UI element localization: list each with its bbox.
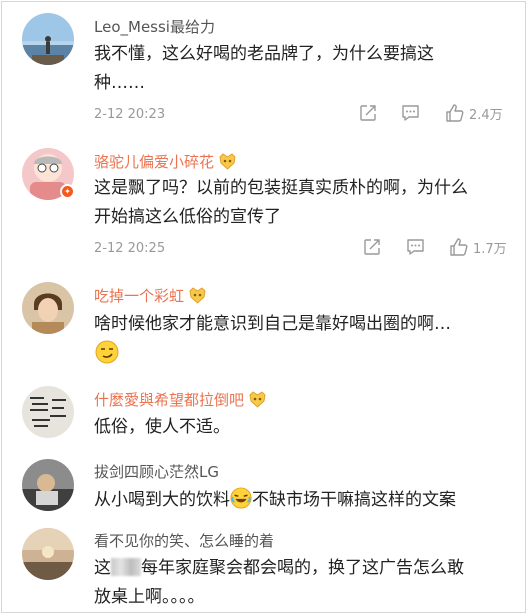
thumbs-up-icon <box>446 104 464 122</box>
comment-time: 2-12 20:25 <box>94 241 166 256</box>
like-count: 2.4万 <box>469 107 503 123</box>
username[interactable]: 骆驼儿偏爱小碎花 <box>94 152 237 172</box>
username[interactable]: 拔剑四顾心茫然LG <box>94 462 219 482</box>
comment-text-line: 开始搞这么低俗的宣传了 <box>94 207 281 227</box>
comment-text-segment: 不缺市场干嘛搞这样的文案 <box>252 490 456 510</box>
comment-text-line: 放桌上啊。。。。 <box>94 587 205 607</box>
thumbs-up-icon <box>450 238 468 256</box>
username[interactable]: 看不见你的笑、怎么睡的着 <box>94 531 274 551</box>
comment-time: 2-12 20:23 <box>94 107 166 122</box>
avatar[interactable] <box>22 13 74 65</box>
comment-text: 啥时候他家才能意识到自己是靠好喝出圈的啊… <box>94 310 504 339</box>
comment-text-line: 这 每年家庭聚会都会喝的，换了这广告怎么敢 <box>94 554 504 583</box>
fan-medal-icon <box>249 391 266 408</box>
comment-list: Leo_Messi最给力 我不懂，这么好喝的老品牌了，为什么要搞这 种…… 2-… <box>1 1 526 613</box>
comment-text: 低俗，使人不适。 <box>94 413 504 442</box>
smirk-emoji-icon <box>95 340 119 364</box>
repost-icon <box>360 105 376 121</box>
comment-text: 这是飘了吗？以前的包装挺真实质朴的啊，为什么 开始搞这么低俗的宣传了 <box>94 174 504 232</box>
comment-text-line: 这是飘了吗？以前的包装挺真实质朴的啊，为什么 <box>94 178 468 198</box>
like-count: 1.7万 <box>473 241 507 257</box>
avatar[interactable] <box>22 528 74 580</box>
comment-text: 我不懂，这么好喝的老品牌了，为什么要搞这 种…… <box>94 40 504 98</box>
username[interactable]: 什麼愛與希望都拉倒吧 <box>94 390 267 410</box>
avatar[interactable] <box>22 459 74 511</box>
comment-text-segment: 每年家庭聚会都会喝的，换了这广告怎么敢 <box>141 558 464 578</box>
comment-text-line: 种…… <box>94 73 145 93</box>
username-text: 吃掉一个彩虹 <box>94 287 185 305</box>
username-text: 骆驼儿偏爱小碎花 <box>94 153 215 171</box>
comment-icon <box>402 105 419 121</box>
blurred-brand-name <box>111 558 141 576</box>
verified-badge-icon: ✦ <box>60 184 75 199</box>
like-button[interactable]: 1.7万 <box>449 237 507 257</box>
avatar[interactable] <box>22 282 74 334</box>
username-text: 什麼愛與希望都拉倒吧 <box>94 391 245 409</box>
comment-button[interactable] <box>406 238 425 256</box>
comment-icon <box>407 239 424 255</box>
repost-button[interactable] <box>359 104 377 122</box>
comment-text: 这 每年家庭聚会都会喝的，换了这广告怎么敢 放桌上啊。。。。 <box>94 554 504 612</box>
fan-medal-icon <box>219 153 236 170</box>
crying-laughing-emoji-icon <box>230 487 252 509</box>
fan-medal-icon <box>189 287 206 304</box>
comment-text: 从小喝到大的饮料 不缺市场干嘛搞这样的文案 <box>94 486 504 515</box>
username[interactable]: 吃掉一个彩虹 <box>94 286 207 306</box>
comment-text-line: 啥时候他家才能意识到自己是靠好喝出圈的啊… <box>94 314 451 334</box>
like-button[interactable]: 2.4万 <box>445 103 503 123</box>
comment-text-segment: 从小喝到大的饮料 <box>94 490 230 510</box>
comment-button[interactable] <box>401 104 420 122</box>
comment-text-line: 我不懂，这么好喝的老品牌了，为什么要搞这 <box>94 44 434 64</box>
comment-text-segment: 这 <box>94 558 111 578</box>
repost-icon <box>364 239 380 255</box>
avatar[interactable] <box>22 386 74 438</box>
repost-button[interactable] <box>363 238 381 256</box>
username[interactable]: Leo_Messi最给力 <box>94 17 215 37</box>
comment-text-line: 低俗，使人不适。 <box>94 417 230 437</box>
